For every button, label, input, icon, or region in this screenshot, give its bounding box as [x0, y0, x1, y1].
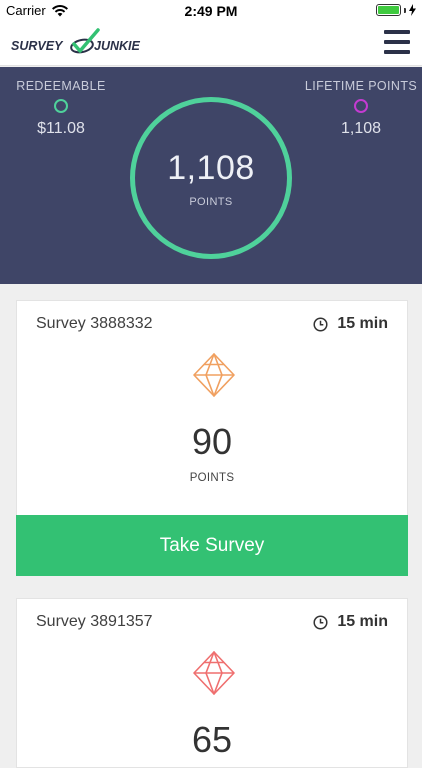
survey-duration-label: 15 min [337, 315, 388, 332]
survey-points-value: 65 [191, 719, 233, 760]
survey-title: Survey 3891357 [36, 613, 153, 630]
redeemable-indicator-icon [54, 99, 68, 113]
survey-points-label: POINTS [189, 472, 235, 484]
survey-title: Survey 3888332 [36, 315, 153, 332]
status-right [376, 4, 416, 16]
redeemable-label: REDEEMABLE [16, 79, 106, 93]
points-summary-panel: REDEEMABLE $11.08 1,108 POINTS LIFETIME … [0, 67, 422, 284]
battery-tip [404, 7, 406, 13]
survey-duration: 15 min [313, 613, 388, 631]
hamburger-menu-icon[interactable] [384, 30, 410, 54]
diamond-icon [193, 651, 235, 695]
survey-points-value: 90 [191, 421, 233, 462]
survey-card[interactable]: Survey 3891357 15 min 65 [16, 598, 408, 768]
survey-junkie-logo[interactable]: SURVEY JUNKIE [10, 26, 150, 62]
lifetime-points-label: LIFETIME POINTS [304, 79, 418, 93]
total-points-value: 1,108 [167, 148, 255, 187]
menu-line [384, 30, 410, 34]
survey-card[interactable]: Survey 3888332 15 min 90 POINTS Take Sur… [16, 300, 408, 576]
menu-line [384, 50, 410, 54]
logo-text-junkie: JUNKIE [94, 39, 141, 53]
take-survey-button[interactable]: Take Survey [16, 515, 408, 576]
status-bar: Carrier 2:49 PM [0, 0, 422, 22]
app-header: SURVEY JUNKIE [0, 22, 422, 66]
status-time: 2:49 PM [184, 3, 238, 19]
points-ring: 1,108 POINTS [130, 97, 292, 259]
clock-icon [313, 316, 328, 332]
logo-text-survey: SURVEY [11, 39, 64, 53]
survey-duration: 15 min [313, 315, 388, 333]
total-points-label: POINTS [189, 195, 233, 208]
redeemable-stat: REDEEMABLE $11.08 [0, 79, 131, 138]
diamond-icon [193, 353, 235, 397]
survey-duration-label: 15 min [337, 613, 388, 630]
battery-fill [378, 6, 399, 14]
battery-icon [376, 4, 401, 16]
lifetime-points-value: 1,108 [340, 120, 382, 137]
lifetime-points-stat: LIFETIME POINTS 1,108 [291, 79, 422, 138]
clock-icon [313, 614, 328, 630]
lifetime-indicator-icon [354, 99, 368, 113]
charging-bolt-icon [409, 4, 416, 16]
menu-line [384, 40, 410, 44]
redeemable-value: $11.08 [37, 120, 85, 137]
